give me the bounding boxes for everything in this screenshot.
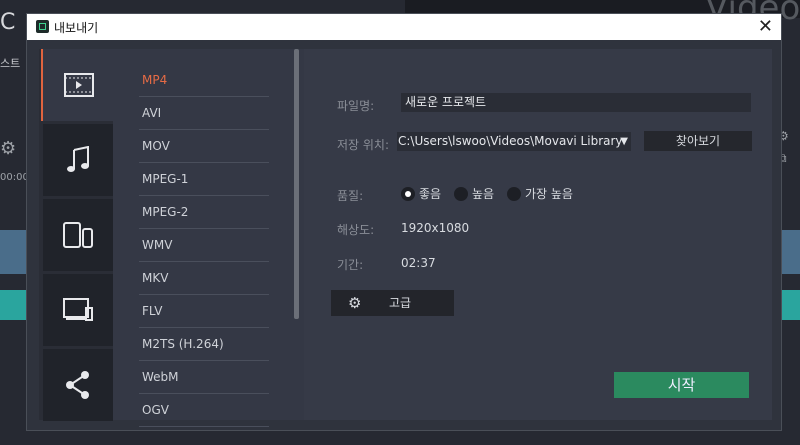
start-button[interactable]: 시작 xyxy=(614,372,749,398)
save-location-value: C:\Users\lswoo\Videos\Movavi Library xyxy=(398,134,623,148)
background-gear-icon: ⚙ xyxy=(0,138,17,159)
quality-option-highest[interactable]: 가장 높음 xyxy=(507,185,573,202)
resolution-value: 1920x1080 xyxy=(401,221,470,235)
category-devices[interactable] xyxy=(43,199,113,271)
background-timecode: 00:00 xyxy=(0,172,29,183)
background-clip-thumb-right xyxy=(782,230,800,274)
filename-input[interactable]: 새로운 프로젝트 xyxy=(401,93,751,112)
format-flv[interactable]: FLV xyxy=(139,295,269,328)
advanced-label: 고급 xyxy=(389,296,412,310)
format-webm[interactable]: WebM xyxy=(139,361,269,394)
gear-icon: ⚙ xyxy=(348,294,362,312)
background-clip-thumb-left xyxy=(0,230,26,274)
close-icon[interactable]: ✕ xyxy=(758,16,773,37)
format-list: MP4 AVI MOV MPEG-1 MPEG-2 WMV MKV FLV M2… xyxy=(139,64,269,427)
app-logo-icon xyxy=(36,20,49,33)
format-list-scrollbar[interactable] xyxy=(294,49,299,319)
music-note-icon xyxy=(67,146,89,172)
category-tv[interactable] xyxy=(43,274,113,346)
duration-label: 기간: xyxy=(337,258,364,272)
format-m2ts[interactable]: M2TS (H.264) xyxy=(139,328,269,361)
dialog-title: 내보내기 xyxy=(54,21,99,35)
settings-pane: 파일명: 새로운 프로젝트 저장 위치: C:\Users\lswoo\Vide… xyxy=(304,49,772,420)
duration-value: 02:37 xyxy=(401,256,436,270)
background-left-subtext: 스트 xyxy=(0,57,21,70)
chevron-down-icon: ▼ xyxy=(620,136,628,147)
advanced-button[interactable]: ⚙ 고급 xyxy=(331,290,454,316)
export-panel: MP4 AVI MOV MPEG-1 MPEG-2 WMV MKV FLV M2… xyxy=(39,49,772,427)
share-icon xyxy=(66,371,89,399)
radio-unselected-icon xyxy=(454,186,468,201)
tv-icon xyxy=(63,298,93,321)
format-mov[interactable]: MOV xyxy=(139,130,269,163)
resolution-label: 해상도: xyxy=(337,223,375,237)
background-audio-track-right xyxy=(782,290,800,320)
save-location-label: 저장 위치: xyxy=(337,138,390,152)
quality-option-high[interactable]: 높음 xyxy=(454,185,494,202)
quality-option-good[interactable]: 좋음 xyxy=(401,185,441,202)
category-audio[interactable] xyxy=(43,124,113,196)
quality-option-label: 가장 높음 xyxy=(525,187,573,201)
format-mkv[interactable]: MKV xyxy=(139,262,269,295)
category-sidebar xyxy=(39,49,115,421)
quality-option-label: 높음 xyxy=(472,187,495,201)
format-ogv[interactable]: OGV xyxy=(139,394,269,427)
film-icon xyxy=(64,73,94,97)
background-left-text: C xyxy=(0,10,16,35)
format-wmv[interactable]: WMV xyxy=(139,229,269,262)
format-mpeg2[interactable]: MPEG-2 xyxy=(139,196,269,229)
format-avi[interactable]: AVI xyxy=(139,97,269,130)
browse-button[interactable]: 찾아보기 xyxy=(644,131,752,151)
export-dialog: 내보내기 ✕ MP4 AVI MOV MPEG-1 MPEG-2 WMV MKV… xyxy=(26,13,782,431)
radio-unselected-icon xyxy=(507,186,521,201)
background-audio-track-left xyxy=(0,290,26,320)
dialog-titlebar: 내보내기 ✕ xyxy=(27,14,781,40)
category-video[interactable] xyxy=(41,49,115,121)
format-mpeg1[interactable]: MPEG-1 xyxy=(139,163,269,196)
radio-selected-icon xyxy=(401,186,415,201)
quality-label: 품질: xyxy=(337,189,364,203)
quality-option-label: 좋음 xyxy=(419,187,442,201)
save-location-select[interactable]: C:\Users\lswoo\Videos\Movavi Library ▼ xyxy=(397,132,631,151)
category-share[interactable] xyxy=(43,349,113,421)
devices-icon xyxy=(63,222,93,248)
format-mp4[interactable]: MP4 xyxy=(139,64,269,97)
filename-label: 파일명: xyxy=(337,99,375,113)
